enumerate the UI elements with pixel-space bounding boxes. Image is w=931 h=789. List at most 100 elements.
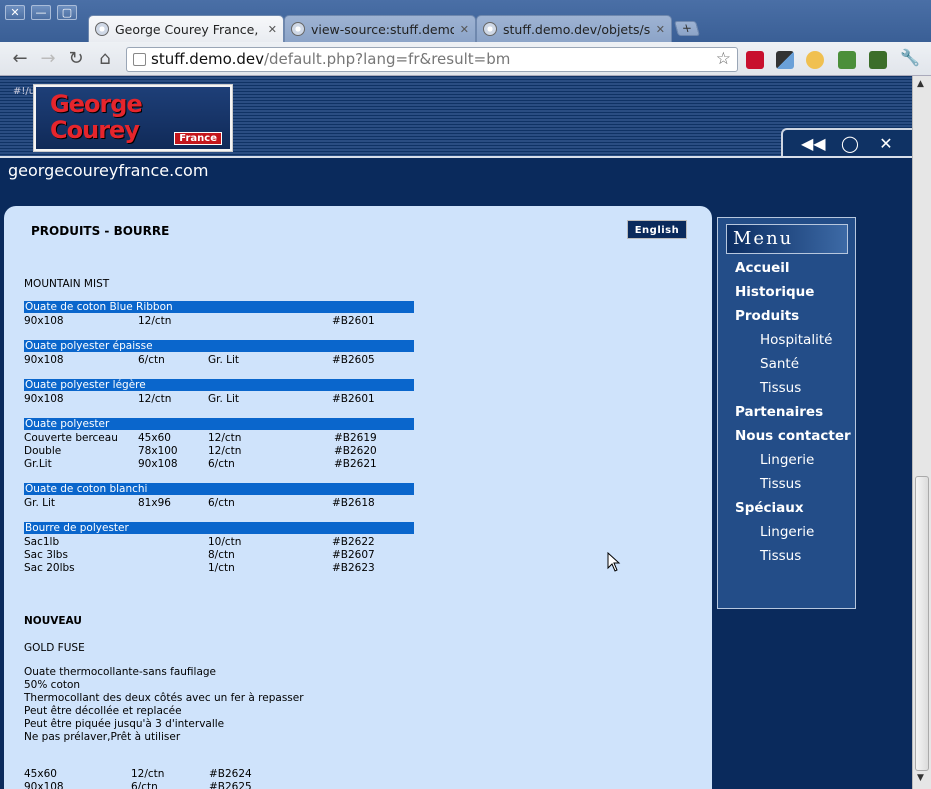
cell: Sac 20lbs	[24, 562, 75, 574]
logo-france-badge: France	[174, 132, 222, 145]
reload-button[interactable]: ↻	[65, 48, 87, 70]
menu-item-accueil[interactable]: Accueil	[735, 260, 789, 276]
tab-view-source[interactable]: view-source:stuff.demo.de ✕	[284, 15, 476, 42]
description-line: Ne pas prélaver,Prêt à utiliser	[24, 731, 181, 743]
extension-red-icon[interactable]	[746, 51, 764, 69]
rewind-icon[interactable]: ◀◀	[801, 134, 826, 154]
cell: Gr. Lit	[24, 497, 56, 509]
cell: #B2623	[332, 562, 375, 574]
logo-line2: Courey	[50, 116, 140, 144]
product-category-bar: Ouate polyester légère	[24, 379, 414, 391]
back-button[interactable]: ←	[9, 48, 31, 70]
cell: 45x60	[24, 768, 57, 780]
product-category-bar: Bourre de polyester	[24, 522, 414, 534]
cell: #B2625	[209, 781, 252, 789]
menu-item-speciaux[interactable]: Spéciaux	[735, 500, 804, 516]
cell: #B2624	[209, 768, 252, 780]
vertical-scrollbar[interactable]: ▲ ▼	[912, 76, 931, 789]
cell: 12/ctn	[208, 432, 242, 444]
url-path: /default.php?lang=fr&result=bm	[263, 50, 511, 68]
header-divider	[0, 156, 912, 158]
description-line: Thermocollant des deux côtés avec un fer…	[24, 692, 304, 704]
menu-item-tissus[interactable]: Tissus	[760, 380, 801, 396]
tab-close-icon[interactable]: ✕	[460, 23, 469, 36]
maximize-window-button[interactable]: ▢	[57, 5, 77, 20]
cell: 10/ctn	[208, 536, 242, 548]
cell: #B2618	[332, 497, 375, 509]
extension-face-icon[interactable]	[806, 51, 824, 69]
nouveau-heading: NOUVEAU	[24, 615, 82, 627]
cell: 6/ctn	[208, 497, 235, 509]
product-category-bar: Ouate de coton Blue Ribbon	[24, 301, 414, 313]
product-category-bar: Ouate de coton blanchi	[24, 483, 414, 495]
description-line: 50% coton	[24, 679, 81, 691]
cell: 81x96	[138, 497, 171, 509]
cell: 90x108	[24, 781, 64, 789]
cell: Sac1lb	[24, 536, 60, 548]
cell: #B2605	[332, 354, 375, 366]
tab-label: George Courey France, inc	[115, 21, 262, 37]
cell: 6/ctn	[131, 781, 158, 789]
cell: 45x60	[138, 432, 171, 444]
tab-label: view-source:stuff.demo.de	[311, 21, 454, 37]
cell: 12/ctn	[208, 445, 242, 457]
cell: 12/ctn	[138, 315, 172, 327]
product-category-bar: Ouate polyester épaisse	[24, 340, 414, 352]
refresh-icon[interactable]: ◯	[839, 134, 861, 154]
extension-badge-icon[interactable]	[838, 51, 856, 69]
description-line: Peut être décollée et replacée	[24, 705, 182, 717]
globe-icon	[291, 22, 305, 36]
cell: 6/ctn	[208, 458, 235, 470]
menu-item-historique[interactable]: Historique	[735, 284, 814, 300]
section-heading: MOUNTAIN MIST	[24, 278, 110, 290]
window-titlebar: ✕ — ▢ George Courey France, inc ✕ view-s…	[0, 0, 931, 42]
cell: #B2601	[332, 393, 375, 405]
forward-button[interactable]: →	[37, 48, 59, 70]
url-host: stuff.demo.dev	[151, 50, 264, 68]
new-tab-button[interactable]: +	[673, 21, 701, 36]
cell: 12/ctn	[138, 393, 172, 405]
english-button[interactable]: English	[627, 220, 687, 239]
menu-item-sante[interactable]: Santé	[760, 356, 799, 372]
menu-item-lingerie[interactable]: Lingerie	[760, 452, 814, 468]
company-logo[interactable]: George Courey France	[33, 84, 233, 152]
tab-close-icon[interactable]: ✕	[656, 23, 665, 36]
minimize-window-button[interactable]: —	[31, 5, 51, 20]
cell: 6/ctn	[138, 354, 165, 366]
scrollbar-thumb[interactable]	[915, 476, 929, 771]
menu-item-tissus[interactable]: Tissus	[760, 476, 801, 492]
tab-george-courey[interactable]: George Courey France, inc ✕	[88, 15, 284, 42]
cell: #B2621	[334, 458, 377, 470]
extension-screen-icon[interactable]	[776, 51, 794, 69]
menu-item-lingerie[interactable]: Lingerie	[760, 524, 814, 540]
cell: Gr. Lit	[208, 393, 240, 405]
menu-item-tissus[interactable]: Tissus	[760, 548, 801, 564]
cell: #B2622	[332, 536, 375, 548]
site-domain: georgecoureyfrance.com	[8, 161, 209, 180]
scroll-down-icon[interactable]: ▼	[917, 773, 924, 783]
menu-title: Menu	[726, 224, 848, 254]
tab-objets[interactable]: stuff.demo.dev/objets/sty ✕	[476, 15, 672, 42]
browser-toolbar: ← → ↻ ⌂ stuff.demo.dev/default.php?lang=…	[0, 42, 931, 76]
menu-item-hospitalite[interactable]: Hospitalité	[760, 332, 832, 348]
menu-item-produits[interactable]: Produits	[735, 308, 799, 324]
cell: Gr. Lit	[208, 354, 240, 366]
globe-icon	[483, 22, 497, 36]
wrench-icon[interactable]: 🔧	[900, 48, 920, 67]
globe-icon	[95, 22, 109, 36]
home-button[interactable]: ⌂	[94, 48, 116, 70]
menu-item-partenaires[interactable]: Partenaires	[735, 404, 823, 420]
address-bar[interactable]: stuff.demo.dev/default.php?lang=fr&resul…	[126, 47, 738, 72]
cell: Gr.Lit	[24, 458, 52, 470]
bookmark-star-icon[interactable]: ☆	[716, 48, 731, 71]
tab-close-icon[interactable]: ✕	[268, 23, 277, 36]
scroll-up-icon[interactable]: ▲	[917, 79, 924, 89]
extension-evernote-icon[interactable]	[869, 51, 887, 69]
menu-item-nous-contacter[interactable]: Nous contacter	[735, 428, 851, 444]
close-icon[interactable]: ✕	[875, 134, 897, 154]
cell: #B2620	[334, 445, 377, 457]
tab-label: stuff.demo.dev/objets/sty	[503, 21, 650, 37]
cell: 1/ctn	[208, 562, 235, 574]
cell: Sac 3lbs	[24, 549, 68, 561]
close-window-button[interactable]: ✕	[5, 5, 25, 20]
